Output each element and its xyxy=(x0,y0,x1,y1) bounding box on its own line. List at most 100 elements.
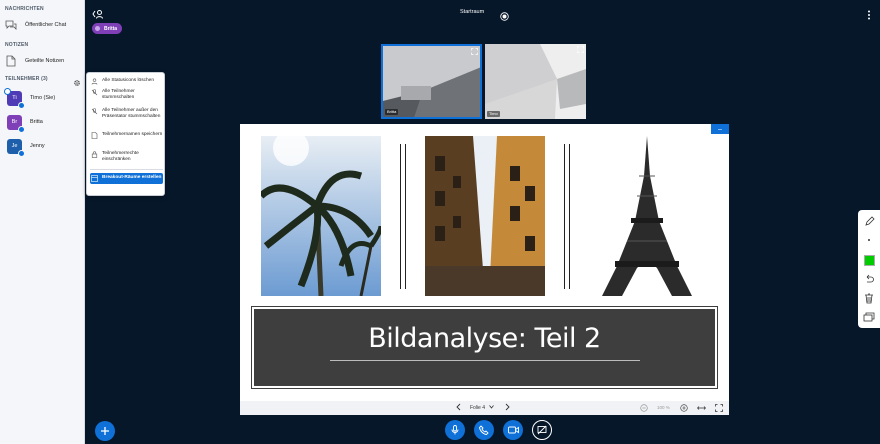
video-camera-icon xyxy=(507,426,519,434)
pencil-icon xyxy=(864,215,875,226)
gear-icon[interactable] xyxy=(73,74,81,86)
menu-item-mute-all[interactable]: Alle Teilnehmer stummschalten xyxy=(91,89,163,101)
trash-icon xyxy=(865,293,873,303)
minus-icon: – xyxy=(718,125,722,133)
plus-icon xyxy=(101,427,109,435)
eiffel-tower-photo xyxy=(587,136,707,296)
microphone-icon xyxy=(95,26,100,31)
zoom-in-icon xyxy=(680,404,688,412)
presenter-talking-badge: Britta xyxy=(92,23,123,34)
chevron-down-icon xyxy=(489,405,495,409)
leave-audio-button[interactable] xyxy=(474,420,494,440)
microphone-icon xyxy=(18,149,25,157)
street-photo xyxy=(425,136,545,296)
undo-button[interactable] xyxy=(861,271,877,287)
next-slide-button[interactable] xyxy=(505,403,510,413)
fit-width-icon xyxy=(697,406,706,410)
screen-share-off-icon xyxy=(537,425,547,435)
menu-item-mute-except-presenter[interactable]: Alle Teilnehmer außer den Präsentator st… xyxy=(91,108,163,120)
menu-item-create-breakout[interactable]: Breakout-Räume erstellen xyxy=(90,173,163,184)
avatar: Br xyxy=(7,114,25,133)
collapse-userlist-button[interactable] xyxy=(92,6,104,24)
avatar-initials: Ti xyxy=(12,95,17,101)
webcam-britta[interactable]: Britta xyxy=(381,44,482,119)
fullscreen-button[interactable] xyxy=(715,404,723,414)
decorative-divider xyxy=(564,144,570,289)
participants-options-menu: Alle Statusicons löschen Alle Teilnehmer… xyxy=(86,72,165,196)
menu-divider xyxy=(90,169,163,170)
shared-notes-label: Geteilte Notizen xyxy=(25,58,65,64)
record-icon xyxy=(500,12,509,21)
palm-tree-photo xyxy=(261,136,381,296)
minimize-presentation-button[interactable]: – xyxy=(711,124,729,134)
chevron-left-icon xyxy=(456,403,461,411)
decorative-divider xyxy=(400,144,406,289)
title-underline xyxy=(329,360,640,361)
clear-status-icon xyxy=(91,78,98,85)
actions-plus-button[interactable] xyxy=(95,421,115,441)
user-name: Jenny xyxy=(30,143,45,149)
public-chat-label: Öffentlicher Chat xyxy=(25,22,67,28)
avatar: Je xyxy=(7,138,25,157)
user-toggle-icon xyxy=(92,10,103,19)
color-button[interactable] xyxy=(861,252,877,268)
more-vertical-icon xyxy=(868,10,870,20)
clear-button[interactable] xyxy=(861,290,877,306)
notes-icon xyxy=(4,54,18,68)
public-chat-item[interactable]: Öffentlicher Chat xyxy=(4,15,82,35)
previous-slide-button[interactable] xyxy=(456,403,461,413)
pencil-tool-button[interactable] xyxy=(861,213,877,229)
mute-button[interactable] xyxy=(445,420,465,440)
user-name: Timo (Sie) xyxy=(30,95,56,101)
webcam-video xyxy=(485,44,586,119)
avatar-initials: Je xyxy=(11,143,18,149)
recording-indicator[interactable] xyxy=(500,8,509,26)
whiteboard-toolbar xyxy=(858,210,880,328)
menu-item-lock-viewers[interactable]: Teilnehmerrechte einschränken xyxy=(91,151,163,163)
options-menu-button[interactable] xyxy=(867,7,871,25)
microphone-icon xyxy=(18,101,25,109)
slide-title: Bildanalyse: Teil 2 xyxy=(368,323,601,354)
thickness-button[interactable] xyxy=(861,232,877,248)
phone-icon xyxy=(479,425,489,435)
fullscreen-icon[interactable] xyxy=(577,46,584,53)
shared-notes-item[interactable]: Geteilte Notizen xyxy=(4,51,82,71)
messages-section-title: NACHRICHTEN xyxy=(5,6,44,12)
webcam-button[interactable] xyxy=(503,420,523,440)
webcam-name-label: Britta xyxy=(385,109,399,115)
user-row-britta[interactable]: Br Britta xyxy=(7,112,83,133)
presenter-marker-icon xyxy=(4,87,11,95)
participants-section-title: TEILNEHMER (3) xyxy=(5,76,48,82)
multi-user-button[interactable] xyxy=(861,309,877,325)
presentation-slide[interactable]: – Bildanalyse: Teil 2 Folie 4 100 % xyxy=(240,124,729,415)
dot-icon xyxy=(868,239,870,241)
slide-title-box: Bildanalyse: Teil 2 xyxy=(251,306,718,389)
user-name: Britta xyxy=(30,119,43,125)
mute-icon xyxy=(91,108,98,115)
color-swatch xyxy=(863,254,875,266)
document-icon xyxy=(91,132,98,139)
zoom-in-button[interactable] xyxy=(680,404,688,414)
webcam-video xyxy=(383,46,480,117)
user-row-jenny[interactable]: Je Jenny xyxy=(7,136,83,157)
zoom-out-icon xyxy=(640,404,648,412)
menu-item-save-names[interactable]: Teilnehmernamen speichern xyxy=(91,132,163,139)
undo-icon xyxy=(866,274,874,282)
microphone-icon xyxy=(451,425,459,435)
sidebar: NACHRICHTEN Öffentlicher Chat NOTIZEN Ge… xyxy=(0,0,85,444)
menu-item-clear-status[interactable]: Alle Statusicons löschen xyxy=(91,78,163,85)
microphone-icon xyxy=(18,125,25,133)
breakout-icon xyxy=(91,175,98,182)
slide-select[interactable]: Folie 4 xyxy=(470,405,495,411)
zoom-out-button[interactable] xyxy=(640,404,648,414)
fullscreen-icon[interactable] xyxy=(471,48,478,55)
screen-share-button[interactable] xyxy=(532,420,552,440)
webcam-timo[interactable]: Timo xyxy=(485,44,586,119)
chat-icon xyxy=(4,18,18,32)
user-row-timo[interactable]: Ti Timo (Sie) xyxy=(4,87,83,109)
presentation-toolbar: Folie 4 100 % xyxy=(240,401,729,415)
meeting-title: Startraum xyxy=(460,9,485,15)
slide-number: Folie 4 xyxy=(470,405,486,411)
fit-width-button[interactable] xyxy=(697,404,706,414)
webcam-name-label: Timo xyxy=(487,111,500,117)
